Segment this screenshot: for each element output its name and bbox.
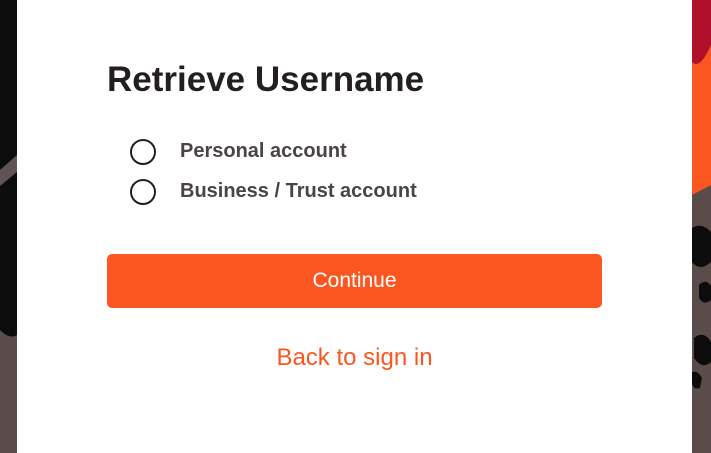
radio-label-personal[interactable]: Personal account <box>180 140 347 162</box>
page-title: Retrieve Username <box>107 60 425 99</box>
background-pattern-right <box>692 0 711 453</box>
retrieve-username-card: Retrieve Username Personal account Busin… <box>17 0 692 453</box>
radio-button-personal[interactable] <box>130 139 156 165</box>
page-viewport: Retrieve Username Personal account Busin… <box>0 0 711 453</box>
background-pattern-left <box>0 0 17 453</box>
radio-label-business-trust[interactable]: Business / Trust account <box>180 180 417 202</box>
back-to-sign-in-link[interactable]: Back to sign in <box>107 343 602 373</box>
radio-button-business-trust[interactable] <box>130 179 156 205</box>
background-shapes-left <box>0 0 17 453</box>
background-shapes-right <box>692 0 711 453</box>
continue-button[interactable]: Continue <box>107 254 602 308</box>
